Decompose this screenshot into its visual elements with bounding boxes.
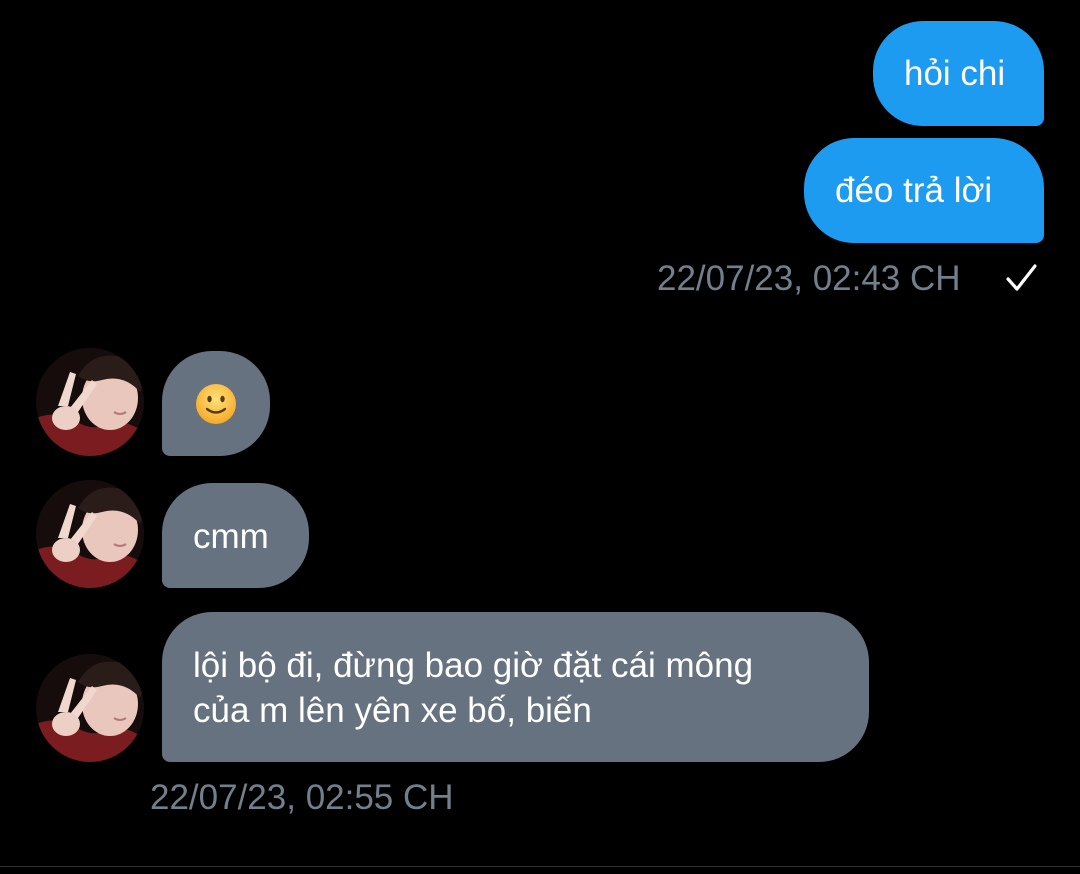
- avatar-image: [36, 348, 144, 456]
- avatar-image: [36, 654, 144, 762]
- message-timestamp: 22/07/23, 02:43 CH: [657, 259, 961, 298]
- message-text: hỏi chi: [904, 54, 1006, 93]
- message-timestamp: 22/07/23, 02:55 CH: [150, 778, 454, 817]
- user-avatar[interactable]: [36, 654, 144, 762]
- message-text: đéo trả lời: [835, 171, 993, 210]
- received-message-bubble[interactable]: 🙂: [162, 351, 270, 456]
- sent-message-bubble[interactable]: hỏi chi: [873, 21, 1044, 126]
- user-avatar[interactable]: [36, 480, 144, 588]
- avatar-image: [36, 480, 144, 588]
- sent-message-bubble[interactable]: đéo trả lời: [804, 138, 1044, 243]
- received-message-bubble[interactable]: cmm: [162, 483, 309, 588]
- slightly-smiling-face-icon: [196, 384, 236, 424]
- user-avatar[interactable]: [36, 348, 144, 456]
- checkmark-icon: [1006, 264, 1037, 291]
- received-message-bubble[interactable]: lội bộ đi, đừng bao giờ đặt cái mông của…: [162, 612, 869, 762]
- message-text-line: của m lên yên xe bố, biến: [193, 691, 592, 730]
- message-text-line: lội bộ đi, đừng bao giờ đặt cái mông: [193, 646, 754, 685]
- message-text: cmm: [193, 517, 269, 556]
- divider: [0, 866, 1080, 867]
